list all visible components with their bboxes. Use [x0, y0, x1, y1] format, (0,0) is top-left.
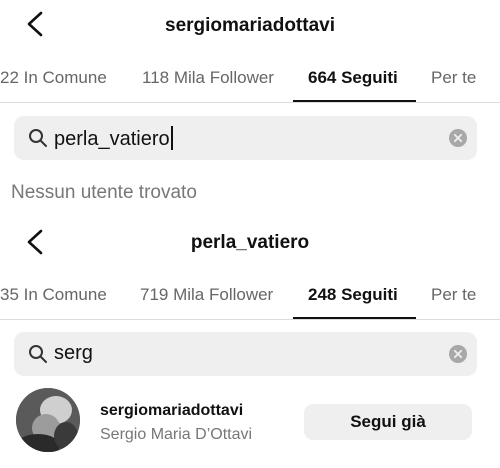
avatar[interactable]: [16, 388, 80, 452]
clear-search-icon[interactable]: [449, 129, 467, 147]
search-input[interactable]: serg: [54, 342, 93, 365]
result-username[interactable]: sergiomariadottavi: [100, 402, 243, 420]
tab-follower[interactable]: 719 Mila Follower: [140, 285, 273, 305]
clear-search-icon[interactable]: [449, 345, 467, 363]
user-result-row[interactable]: sergiomariadottavi Sergio Maria D’Ottavi…: [0, 388, 500, 468]
search-input[interactable]: perla_vatiero: [54, 126, 173, 151]
search-bar[interactable]: serg: [14, 332, 477, 376]
tab-per-te[interactable]: Per te: [431, 68, 476, 88]
text-caret: [170, 126, 173, 150]
tabs-divider: [0, 102, 500, 103]
result-full-name: Sergio Maria D’Ottavi: [100, 426, 253, 443]
tab-per-te[interactable]: Per te: [431, 285, 476, 305]
profile-photo-icon: [16, 388, 80, 452]
profile-title: perla_vatiero: [190, 232, 310, 253]
tab-in-comune[interactable]: 22 In Comune: [0, 68, 107, 88]
profile-title: sergiomariadottavi: [165, 15, 335, 36]
screen-sergiomariadottavi-following: sergiomariadottavi 22 In Comune 118 Mila…: [0, 0, 500, 220]
tabs-divider: [0, 319, 500, 320]
search-icon: [29, 129, 47, 147]
profile-tabs: 22 In Comune 118 Mila Follower 664 Segui…: [0, 68, 500, 112]
tab-seguiti[interactable]: 664 Seguiti: [308, 68, 398, 88]
no-results-message: Nessun utente trovato: [11, 182, 197, 203]
tab-follower[interactable]: 118 Mila Follower: [142, 68, 274, 88]
tab-in-comune[interactable]: 35 In Comune: [0, 285, 107, 305]
following-button[interactable]: Segui già: [304, 404, 472, 440]
search-icon: [29, 345, 47, 363]
profile-tabs: 35 In Comune 719 Mila Follower 248 Segui…: [0, 285, 500, 329]
search-bar[interactable]: perla_vatiero: [14, 116, 477, 160]
tab-seguiti[interactable]: 248 Seguiti: [308, 285, 398, 305]
search-query-text: perla_vatiero: [54, 128, 170, 150]
